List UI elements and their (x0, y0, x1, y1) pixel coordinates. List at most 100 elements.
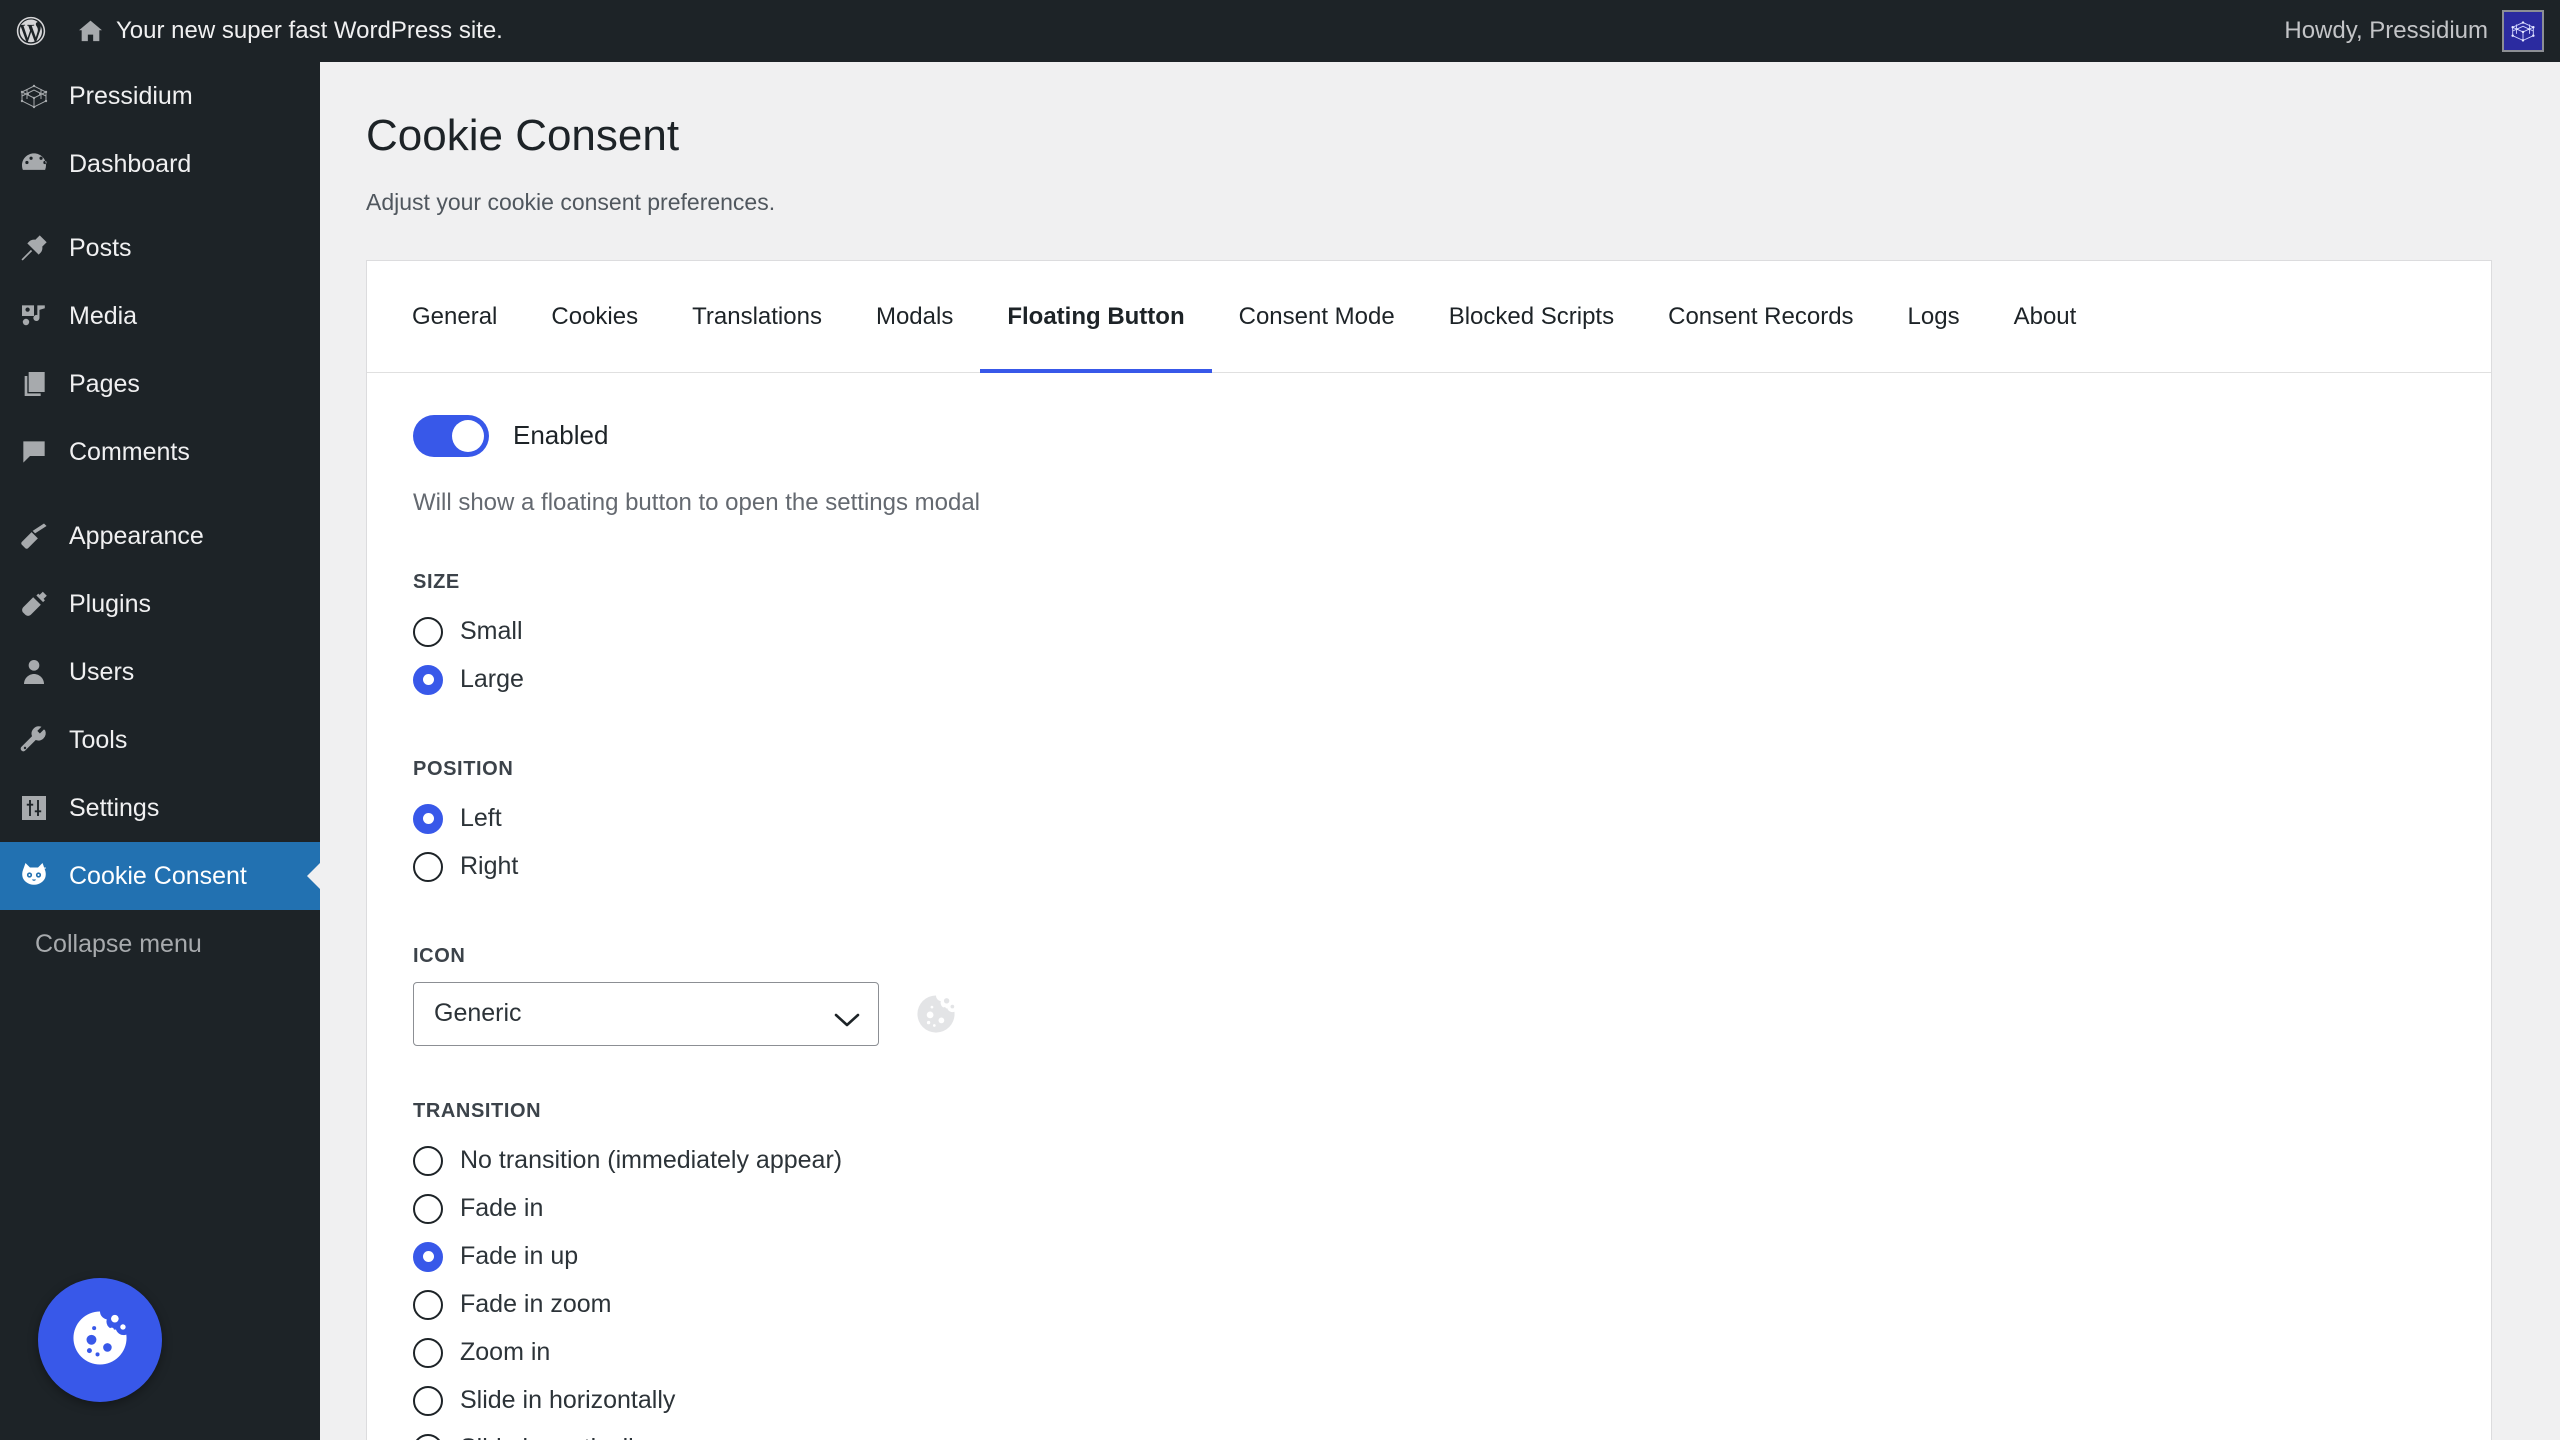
brush-icon (17, 519, 51, 553)
pressidium-icon (17, 79, 51, 113)
transition-option-slide-horizontal[interactable]: Slide in horizontally (413, 1377, 2445, 1425)
sidebar-item-appearance[interactable]: Appearance (0, 502, 320, 570)
sidebar-item-dashboard[interactable]: Dashboard (0, 130, 320, 198)
admin-bar-right: Howdy, Pressidium (2284, 0, 2560, 62)
enabled-toggle-row: Enabled (413, 414, 2445, 457)
site-name-menu-item[interactable]: Your new super fast WordPress site. (62, 0, 517, 62)
tab-cookies[interactable]: Cookies (524, 261, 665, 373)
transition-option-none[interactable]: No transition (immediately appear) (413, 1137, 2445, 1185)
transition-option-slide-vertical[interactable]: Slide in vertically (413, 1425, 2445, 1440)
icon-select[interactable]: Generic (413, 981, 879, 1046)
transition-option-label: Fade in (460, 1194, 544, 1223)
user-icon (17, 655, 51, 689)
sidebar-item-plugins[interactable]: Plugins (0, 570, 320, 638)
sidebar-item-cookie-consent[interactable]: Cookie Consent (0, 842, 321, 910)
radio-no-transition[interactable] (413, 1145, 443, 1176)
chevron-down-icon (834, 1006, 860, 1027)
dashboard-icon (17, 147, 51, 181)
radio-fade-in-zoom[interactable] (413, 1289, 443, 1320)
transition-option-fade-in[interactable]: Fade in (413, 1185, 2445, 1233)
collapse-menu-label: Collapse menu (35, 929, 202, 958)
tab-translations[interactable]: Translations (665, 261, 849, 373)
position-option-label: Right (460, 852, 519, 881)
position-option-left[interactable]: Left (413, 795, 2445, 843)
enabled-toggle[interactable] (413, 414, 489, 457)
sidebar-item-label: Settings (69, 793, 160, 822)
admin-sidebar-menu: Pressidium Dashboard Posts Media Pages C… (0, 62, 321, 1440)
transition-option-label: Fade in up (460, 1242, 579, 1271)
position-group-title: POSITION (413, 757, 514, 780)
transition-option-zoom-in[interactable]: Zoom in (413, 1329, 2445, 1377)
toggle-knob (452, 419, 484, 452)
radio-fade-in-up[interactable] (413, 1241, 443, 1272)
radio-fade-in[interactable] (413, 1193, 443, 1224)
sidebar-item-label: Comments (69, 437, 190, 466)
sidebar-item-label: Users (69, 657, 135, 686)
collapse-menu-button[interactable]: Collapse menu (0, 910, 320, 978)
plug-icon (17, 587, 51, 621)
transition-option-label: No transition (immediately appear) (460, 1146, 843, 1175)
home-icon (76, 17, 105, 46)
radio-zoom-in[interactable] (413, 1337, 443, 1368)
sidebar-item-media[interactable]: Media (0, 282, 320, 350)
sidebar-item-pages[interactable]: Pages (0, 350, 320, 418)
pin-icon (17, 231, 51, 265)
enabled-label: Enabled (513, 420, 609, 451)
sidebar-item-label: Media (69, 301, 138, 330)
main-content: Cookie Consent Adjust your cookie consen… (320, 62, 2560, 1440)
wrench-icon (17, 723, 51, 757)
cookie-icon (64, 1302, 136, 1379)
menu-separator (0, 486, 320, 502)
howdy-label[interactable]: Howdy, Pressidium (2284, 17, 2488, 45)
tab-consent-records[interactable]: Consent Records (1641, 261, 1880, 373)
floating-button-panel: Enabled Will show a floating button to o… (367, 373, 2491, 1440)
icon-group: ICON Generic (413, 945, 2445, 1046)
sidebar-item-posts[interactable]: Posts (0, 214, 320, 282)
tab-about[interactable]: About (1987, 261, 2104, 373)
page-header: Cookie Consent Adjust your cookie consen… (320, 62, 2560, 216)
sidebar-item-label: Appearance (69, 521, 204, 550)
avatar[interactable] (2502, 10, 2544, 52)
radio-right[interactable] (413, 851, 443, 882)
settings-card: General Cookies Translations Modals Floa… (366, 259, 2492, 1440)
sidebar-item-comments[interactable]: Comments (0, 418, 320, 486)
transition-option-fade-in-zoom[interactable]: Fade in zoom (413, 1281, 2445, 1329)
tab-modals[interactable]: Modals (849, 261, 980, 373)
sidebar-item-label: Pressidium (69, 81, 193, 110)
icon-group-title: ICON (413, 944, 466, 967)
sidebar-item-settings[interactable]: Settings (0, 774, 320, 842)
radio-slide-in-vertically[interactable] (413, 1433, 443, 1440)
radio-large[interactable] (413, 664, 443, 695)
tab-consent-mode[interactable]: Consent Mode (1212, 261, 1422, 373)
sidebar-item-tools[interactable]: Tools (0, 706, 320, 774)
size-group: SIZE Small Large (413, 571, 2445, 704)
transition-option-label: Slide in horizontally (460, 1386, 676, 1415)
sidebar-item-users[interactable]: Users (0, 638, 320, 706)
tab-blocked-scripts[interactable]: Blocked Scripts (1422, 261, 1641, 373)
sidebar-item-pressidium[interactable]: Pressidium (0, 62, 320, 130)
wp-logo-menu-item[interactable] (0, 0, 62, 62)
radio-small[interactable] (413, 616, 443, 647)
transition-option-label: Zoom in (460, 1338, 551, 1367)
menu-separator (0, 198, 320, 214)
sidebar-item-label: Posts (69, 233, 132, 262)
cookie-preview-icon (909, 987, 963, 1041)
tab-general[interactable]: General (385, 261, 524, 373)
position-option-label: Left (460, 804, 502, 833)
tab-logs[interactable]: Logs (1881, 261, 1987, 373)
site-title: Your new super fast WordPress site. (116, 17, 503, 44)
size-group-title: SIZE (413, 570, 460, 593)
sidebar-item-label: Plugins (69, 589, 151, 618)
radio-slide-in-horizontally[interactable] (413, 1385, 443, 1416)
admin-bar-left: Your new super fast WordPress site. (0, 0, 517, 62)
size-option-large[interactable]: Large (413, 656, 2445, 704)
size-option-label: Large (460, 665, 524, 694)
size-option-small[interactable]: Small (413, 608, 2445, 656)
floating-cookie-button[interactable] (38, 1278, 162, 1402)
transition-option-label: Slide in vertically (460, 1434, 646, 1440)
tab-floating-button[interactable]: Floating Button (980, 261, 1212, 373)
transition-option-fade-in-up[interactable]: Fade in up (413, 1233, 2445, 1281)
position-option-right[interactable]: Right (413, 843, 2445, 891)
radio-left[interactable] (413, 803, 443, 834)
position-group: POSITION Left Right (413, 758, 2445, 891)
